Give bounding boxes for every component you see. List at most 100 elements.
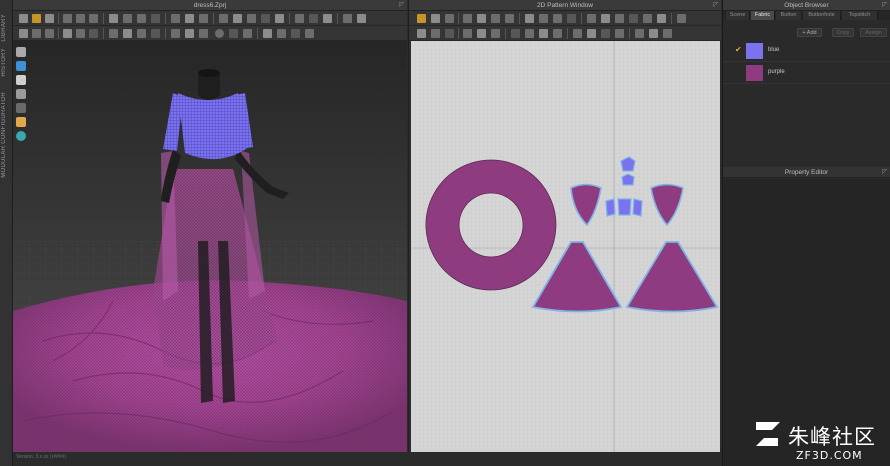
pattern-icon[interactable] bbox=[137, 29, 146, 38]
measure-icon[interactable] bbox=[123, 14, 132, 23]
cut-icon[interactable] bbox=[539, 14, 548, 23]
dart-icon[interactable] bbox=[525, 14, 534, 23]
sewing-icon[interactable] bbox=[89, 29, 98, 38]
tab-topstitch[interactable]: Topstitch bbox=[842, 11, 878, 20]
gpu-simulate-icon[interactable] bbox=[32, 29, 41, 38]
assign-fabric-button[interactable]: Assign bbox=[860, 28, 887, 37]
stitch-icon[interactable] bbox=[109, 29, 118, 38]
fold-pattern-icon[interactable] bbox=[567, 14, 576, 23]
move-icon[interactable] bbox=[32, 14, 41, 23]
slash-icon[interactable] bbox=[553, 14, 562, 23]
3d-viewport[interactable] bbox=[13, 41, 407, 452]
transform-pattern-icon[interactable] bbox=[417, 14, 426, 23]
history-tab[interactable]: HISTORY bbox=[1, 48, 12, 77]
buttonhole-icon[interactable] bbox=[553, 29, 562, 38]
texture-icon[interactable] bbox=[261, 14, 270, 23]
zoom-2d-icon[interactable] bbox=[677, 14, 686, 23]
maximize-2d-icon[interactable]: ◸ bbox=[713, 0, 718, 11]
polygon-icon[interactable] bbox=[463, 14, 472, 23]
m-n-sewing-icon[interactable] bbox=[445, 29, 454, 38]
fabric-grain-icon[interactable] bbox=[615, 14, 624, 23]
arrange-icon[interactable] bbox=[243, 29, 252, 38]
tack-2d-icon[interactable] bbox=[477, 29, 486, 38]
edit-pattern-icon[interactable] bbox=[431, 14, 440, 23]
pleat-icon[interactable] bbox=[629, 14, 638, 23]
free-sewing-icon[interactable] bbox=[431, 29, 440, 38]
edit-curve-icon[interactable] bbox=[445, 14, 454, 23]
ellipse-icon[interactable] bbox=[491, 14, 500, 23]
pin-panel-icon[interactable]: ◸ bbox=[882, 0, 887, 11]
zigzag-icon[interactable] bbox=[649, 29, 658, 38]
seam-line-icon[interactable] bbox=[635, 29, 644, 38]
shrinkage-icon[interactable] bbox=[615, 29, 624, 38]
topstitch-3d-icon[interactable] bbox=[247, 14, 256, 23]
pose-icon[interactable] bbox=[185, 14, 194, 23]
line-icon[interactable] bbox=[229, 29, 238, 38]
user-icon[interactable] bbox=[16, 75, 26, 85]
tab-fabric[interactable]: Fabric bbox=[751, 11, 775, 20]
fit-icon[interactable] bbox=[151, 14, 160, 23]
internal-polygon-icon[interactable] bbox=[505, 14, 514, 23]
button-tool-icon[interactable] bbox=[219, 14, 228, 23]
show-garment-icon[interactable] bbox=[291, 29, 300, 38]
simulate-icon[interactable] bbox=[19, 29, 28, 38]
pin-property-icon[interactable]: ◸ bbox=[882, 167, 887, 178]
select-mesh-icon[interactable] bbox=[19, 14, 28, 23]
edit-sewing-icon[interactable] bbox=[123, 29, 132, 38]
fold-arrangement-icon[interactable] bbox=[76, 29, 85, 38]
mirror-icon[interactable] bbox=[643, 14, 652, 23]
elastic-icon[interactable] bbox=[491, 29, 500, 38]
circle-icon[interactable] bbox=[215, 29, 224, 38]
puckering-icon[interactable] bbox=[309, 14, 318, 23]
camera-icon[interactable] bbox=[305, 29, 314, 38]
steam-icon[interactable] bbox=[109, 14, 118, 23]
texture-2d-icon[interactable] bbox=[511, 29, 520, 38]
tab-buttonhole[interactable]: Buttonhole bbox=[803, 11, 841, 20]
measure-2d-icon[interactable] bbox=[663, 29, 672, 38]
fabric-list-item-purple[interactable]: purple bbox=[723, 63, 890, 84]
face-icon[interactable] bbox=[16, 117, 26, 127]
graphic-icon[interactable] bbox=[275, 14, 284, 23]
modular-configurator-tab[interactable]: MODULAR CONFIGURATOR bbox=[1, 92, 12, 178]
pin-icon[interactable] bbox=[76, 14, 85, 23]
check-sewing-icon[interactable] bbox=[463, 29, 472, 38]
xray-icon[interactable] bbox=[199, 14, 208, 23]
tack-icon[interactable] bbox=[63, 14, 72, 23]
record-icon[interactable] bbox=[45, 29, 54, 38]
shrink-icon[interactable] bbox=[185, 29, 194, 38]
grid-icon[interactable] bbox=[343, 14, 352, 23]
tab-button[interactable]: Button bbox=[776, 11, 802, 20]
avatar-icon[interactable] bbox=[16, 47, 26, 57]
zipper-icon[interactable] bbox=[233, 14, 242, 23]
graphic-2d-icon[interactable] bbox=[525, 29, 534, 38]
avatar-measure-icon[interactable] bbox=[171, 14, 180, 23]
segment-topstitch-icon[interactable] bbox=[587, 29, 596, 38]
trim-icon[interactable] bbox=[295, 14, 304, 23]
tape-icon[interactable] bbox=[137, 14, 146, 23]
library-tab[interactable]: LIBRARY bbox=[1, 14, 12, 42]
notch-icon[interactable] bbox=[657, 14, 666, 23]
transform-icon[interactable] bbox=[45, 14, 54, 23]
copy-fabric-button[interactable]: Copy bbox=[832, 28, 854, 37]
lock-icon[interactable] bbox=[151, 29, 160, 38]
show-avatar-icon[interactable] bbox=[277, 29, 286, 38]
globe-icon[interactable] bbox=[16, 131, 26, 141]
2d-pattern-canvas[interactable] bbox=[411, 41, 720, 452]
strengthen-icon[interactable] bbox=[171, 29, 180, 38]
add-fabric-button[interactable]: + Add bbox=[797, 28, 822, 37]
solidify-icon[interactable] bbox=[199, 29, 208, 38]
segment-sewing-icon[interactable] bbox=[417, 29, 426, 38]
grading-icon[interactable] bbox=[601, 14, 610, 23]
rectangle-icon[interactable] bbox=[477, 14, 486, 23]
fold-icon[interactable] bbox=[89, 14, 98, 23]
fabric-list-item-blue[interactable]: ✔ blue bbox=[723, 41, 890, 62]
select-pattern-icon[interactable] bbox=[63, 29, 72, 38]
topstitch-icon[interactable] bbox=[573, 29, 582, 38]
tab-scene[interactable]: Scene bbox=[726, 11, 750, 20]
pencil-icon[interactable] bbox=[16, 103, 26, 113]
shirring-icon[interactable] bbox=[323, 14, 332, 23]
isolate-icon[interactable] bbox=[263, 29, 272, 38]
button-2d-icon[interactable] bbox=[539, 29, 548, 38]
free-topstitch-icon[interactable] bbox=[601, 29, 610, 38]
seam-allowance-icon[interactable] bbox=[587, 14, 596, 23]
